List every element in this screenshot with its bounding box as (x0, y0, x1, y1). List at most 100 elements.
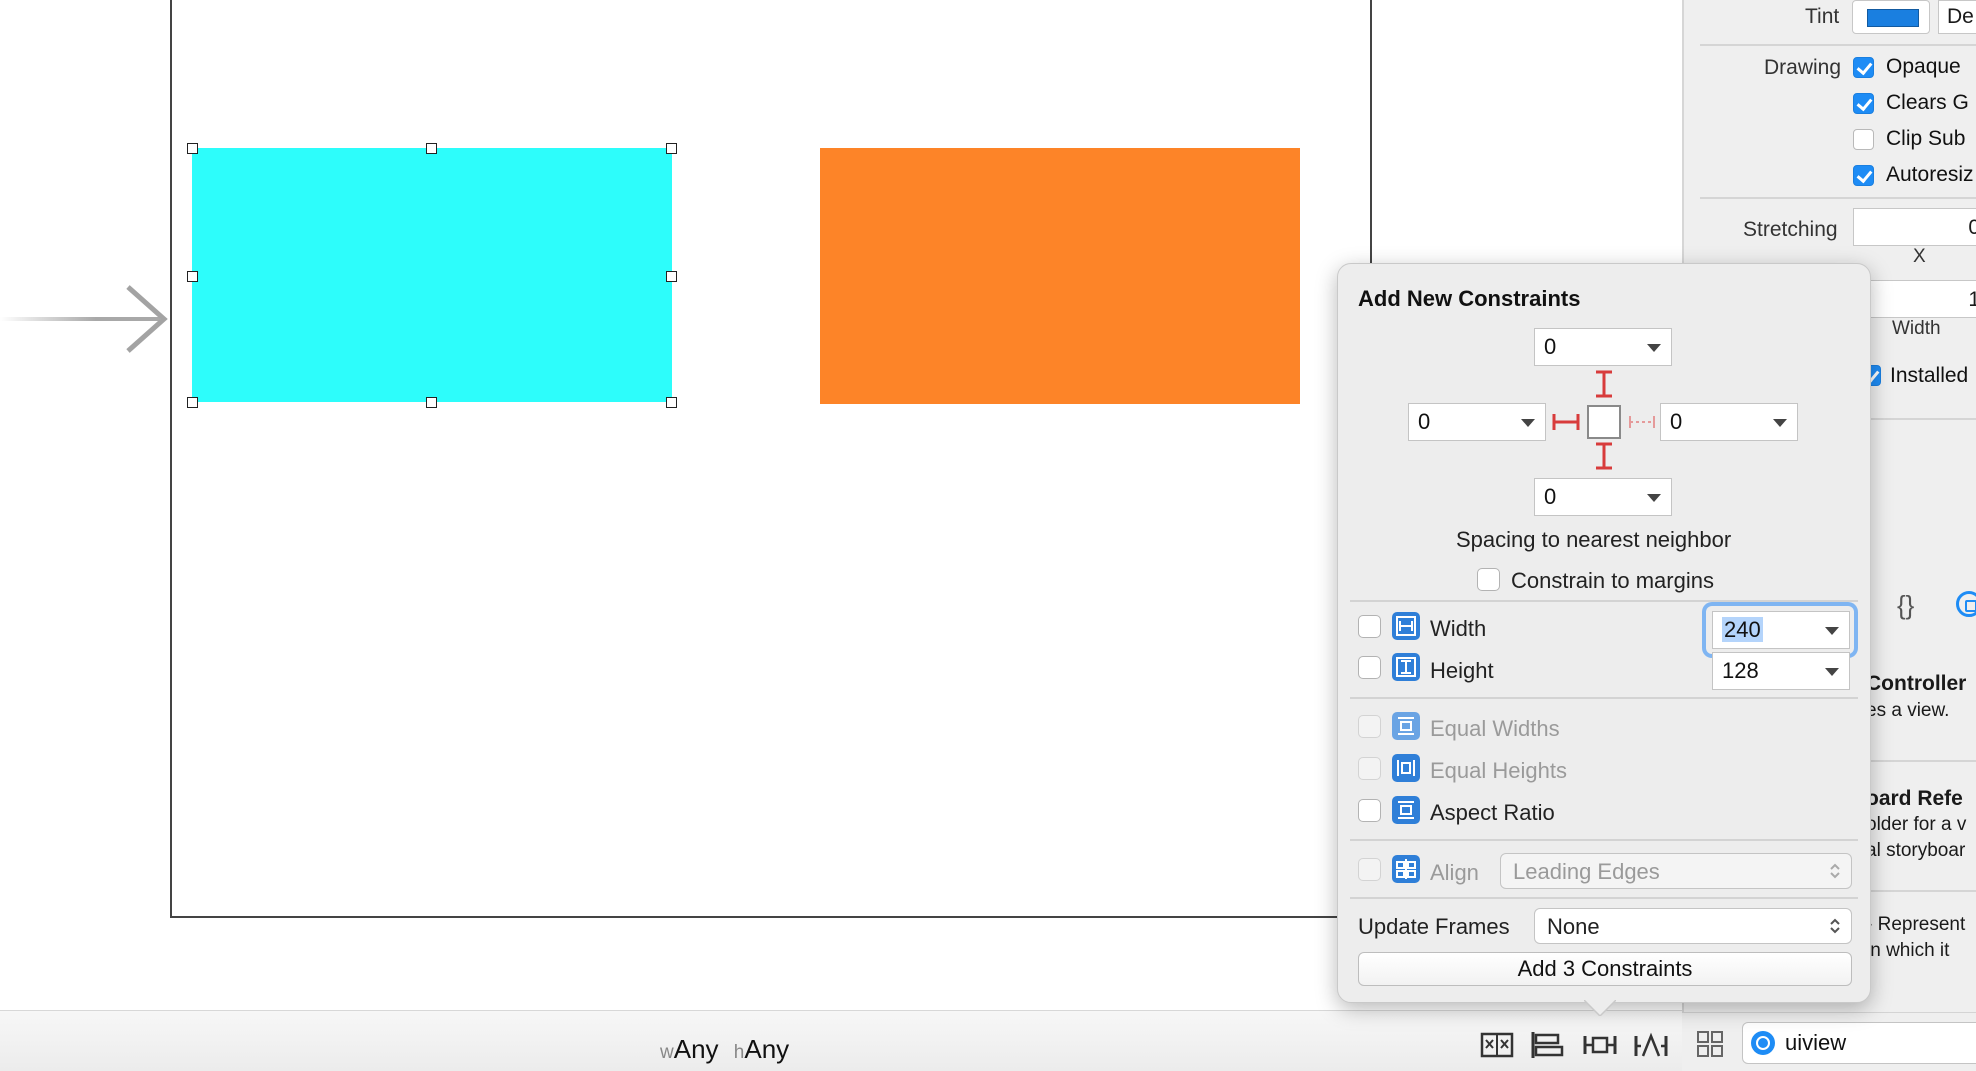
aspect-ratio-checkbox[interactable] (1358, 799, 1381, 822)
right-spacing-dropdown[interactable]: 0 (1660, 403, 1798, 441)
pin-diagram[interactable] (1548, 366, 1660, 474)
align-popup[interactable]: Leading Edges (1500, 853, 1852, 889)
inspector-divider (1860, 760, 1976, 762)
x-axis-label: X (1913, 246, 1926, 267)
stretching-x-field[interactable]: 0 (1853, 208, 1976, 246)
width-checkbox[interactable] (1358, 615, 1381, 638)
resize-handle-top-right[interactable] (666, 143, 677, 154)
tint-default-value: De (1947, 5, 1974, 28)
resize-handle-top[interactable] (426, 143, 437, 154)
grid-view-icon[interactable] (1696, 1030, 1724, 1058)
resize-handle-bottom-right[interactable] (666, 397, 677, 408)
library-item-desc-view: - Represent (1866, 914, 1966, 935)
bottom-spacing-dropdown[interactable]: 0 (1534, 478, 1672, 516)
tint-color-well[interactable] (1852, 0, 1930, 34)
library-search-value: uiview (1785, 1030, 1847, 1055)
width-value: 240 (1722, 617, 1763, 642)
update-frames-label: Update Frames (1358, 914, 1510, 939)
inspector-divider (1700, 44, 1976, 46)
height-value: 128 (1722, 658, 1759, 683)
left-spacing-value: 0 (1418, 409, 1431, 434)
align-icon[interactable] (1530, 1030, 1564, 1060)
width-value-dropdown[interactable]: 240 (1712, 611, 1850, 649)
height-class-prefix: h (733, 1042, 745, 1063)
drawing-label: Drawing (1764, 56, 1842, 79)
popover-divider (1350, 897, 1858, 899)
left-spacing-dropdown[interactable]: 0 (1408, 403, 1546, 441)
library-item-title-storyboard-ref: oard Refe (1866, 787, 1963, 810)
equal-heights-label: Equal Heights (1430, 758, 1567, 783)
resolve-issues-icon[interactable] (1634, 1030, 1668, 1060)
canvas-bottom-bar (0, 1010, 1682, 1071)
equal-heights-icon (1392, 754, 1420, 782)
width-constraint-icon (1392, 612, 1420, 640)
size-class-toggle[interactable]: wAny hAny (660, 1034, 789, 1065)
resize-handle-bottom-left[interactable] (187, 397, 198, 408)
bottom-spacing-value: 0 (1544, 484, 1557, 509)
clip-subviews-checkbox[interactable] (1853, 129, 1874, 150)
width-class-prefix: w (660, 1042, 674, 1063)
library-item-desc2-storyboard-ref: al storyboar (1866, 840, 1966, 861)
equal-heights-checkbox[interactable] (1358, 757, 1381, 780)
stretching-width-value: 1 (1968, 288, 1976, 311)
tint-swatch (1867, 9, 1919, 27)
align-label: Align (1430, 860, 1479, 885)
dropdown-caret-icon (1647, 344, 1661, 352)
clip-subviews-label: Clip Sub (1886, 127, 1966, 150)
align-checkbox[interactable] (1358, 858, 1381, 881)
updown-chevron-icon (1830, 863, 1840, 879)
update-frames-popup[interactable]: None (1534, 908, 1852, 944)
autoresize-checkbox[interactable] (1853, 165, 1874, 186)
stretching-width-field[interactable]: 1 (1853, 280, 1976, 318)
library-search-field[interactable]: uiview (1742, 1022, 1976, 1064)
object-library-inner (1965, 600, 1976, 612)
opaque-checkbox[interactable] (1853, 57, 1874, 78)
resize-handle-left[interactable] (187, 271, 198, 282)
opaque-label: Opaque (1886, 55, 1961, 78)
popover-arrow (1584, 1000, 1616, 1016)
resize-handle-top-left[interactable] (187, 143, 198, 154)
popover-divider (1350, 600, 1858, 602)
width-label: Width (1430, 616, 1487, 641)
aspect-ratio-label: Aspect Ratio (1430, 800, 1555, 825)
inspector-divider (1860, 418, 1976, 420)
constrain-margins-label: Constrain to margins (1511, 568, 1714, 593)
top-spacing-dropdown[interactable]: 0 (1534, 328, 1672, 366)
library-item-desc-storyboard-ref: older for a v (1866, 814, 1967, 835)
resize-handle-right[interactable] (666, 271, 677, 282)
view-controller-scene[interactable] (170, 0, 1372, 918)
entry-arrow-icon (126, 285, 168, 353)
object-library-icon[interactable] (1956, 591, 1976, 617)
equal-widths-label: Equal Widths (1430, 716, 1560, 741)
add-constraints-button[interactable]: Add 3 Constraints (1358, 952, 1852, 986)
tint-default-popup[interactable]: De (1938, 0, 1976, 34)
popover-divider (1350, 839, 1858, 841)
selected-cyan-view[interactable] (192, 148, 672, 402)
stretching-label: Stretching (1743, 218, 1838, 241)
height-constraint-icon (1392, 653, 1420, 681)
autoresize-label: Autoresiz (1886, 163, 1974, 186)
constrain-margins-checkbox[interactable] (1477, 568, 1500, 591)
tint-label: Tint (1805, 5, 1840, 28)
library-item-title-view-controller: Controller (1866, 672, 1967, 695)
inspector-divider (1860, 890, 1976, 892)
stretching-x-value: 0 (1968, 216, 1976, 239)
dropdown-caret-icon (1521, 419, 1535, 427)
top-spacing-value: 0 (1544, 334, 1557, 359)
aspect-ratio-icon (1392, 796, 1420, 824)
clears-graphics-checkbox[interactable] (1853, 93, 1874, 114)
height-checkbox[interactable] (1358, 656, 1381, 679)
dropdown-caret-icon (1773, 419, 1787, 427)
code-snippet-library-icon[interactable]: {} (1897, 590, 1914, 621)
equal-widths-checkbox[interactable] (1358, 715, 1381, 738)
spacing-caption: Spacing to nearest neighbor (1456, 527, 1732, 552)
library-item-desc2-view: in which it (1866, 940, 1950, 961)
pin-icon[interactable] (1583, 1030, 1617, 1060)
orange-view[interactable] (820, 148, 1300, 404)
stack-icon[interactable] (1480, 1030, 1514, 1060)
resize-handle-bottom[interactable] (426, 397, 437, 408)
library-item-desc-view-controller: es a view. (1866, 700, 1950, 721)
dropdown-caret-icon (1825, 668, 1839, 676)
width-axis-label: Width (1892, 318, 1941, 339)
height-value-dropdown[interactable]: 128 (1712, 652, 1850, 690)
